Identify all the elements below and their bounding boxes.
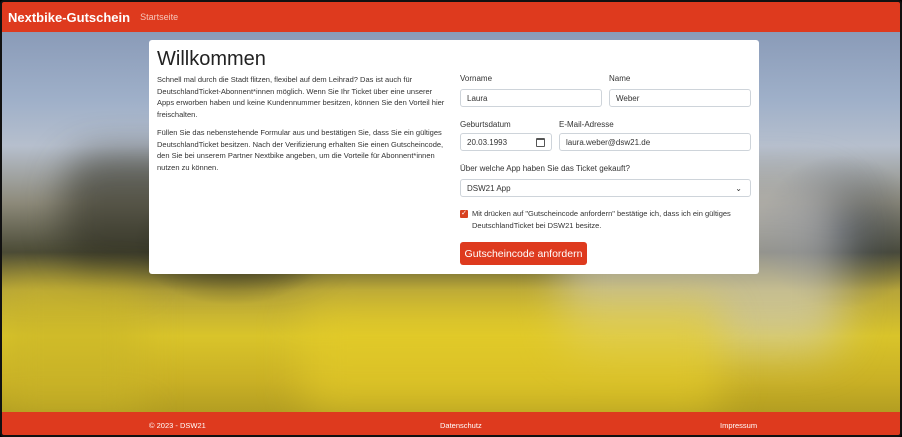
app-select-label: Über welche App haben Sie das Ticket gek… xyxy=(460,164,630,173)
intro-paragraph-1: Schnell mal durch die Stadt flitzen, fle… xyxy=(157,75,445,119)
intro-paragraph-2: Füllen Sie das nebenstehende Formular au… xyxy=(157,128,444,172)
footer-copyright: © 2023 - DSW21 xyxy=(149,421,206,430)
top-navbar: Nextbike-Gutschein Startseite xyxy=(2,2,900,32)
birthdate-value: 20.03.1993 xyxy=(467,137,508,147)
firstname-label: Vorname xyxy=(460,74,493,83)
check-icon: ✓ xyxy=(461,210,467,217)
background-shape xyxy=(302,302,722,412)
firstname-value: Laura xyxy=(467,93,488,103)
page-title: Willkommen xyxy=(157,48,266,70)
birthdate-field[interactable]: 20.03.1993 xyxy=(460,133,552,151)
confirm-checkbox-label: Mit drücken auf "Gutscheincode anfordern… xyxy=(472,209,731,230)
brand-link[interactable]: Nextbike-Gutschein xyxy=(8,10,130,25)
footer-link-impressum[interactable]: Impressum xyxy=(720,421,757,430)
footer: © 2023 - DSW21 Datenschutz Impressum xyxy=(2,412,900,435)
nav-link-startseite[interactable]: Startseite xyxy=(140,12,178,22)
lastname-value: Weber xyxy=(616,93,640,103)
lastname-field[interactable]: Weber xyxy=(609,89,751,107)
firstname-field[interactable]: Laura xyxy=(460,89,602,107)
request-code-button[interactable]: Gutscheincode anfordern xyxy=(460,242,587,265)
email-field[interactable]: laura.weber@dsw21.de xyxy=(559,133,751,151)
email-label: E-Mail-Adresse xyxy=(559,120,614,129)
lastname-label: Name xyxy=(609,74,631,83)
app-select[interactable]: DSW21 App ⌄ xyxy=(460,179,751,197)
calendar-icon[interactable] xyxy=(536,138,545,147)
confirm-checkbox[interactable]: ✓ xyxy=(460,210,468,218)
intro-text: Schnell mal durch die Stadt flitzen, fle… xyxy=(157,74,447,180)
welcome-card: Willkommen Schnell mal durch die Stadt f… xyxy=(149,40,759,274)
background-shape xyxy=(2,282,142,412)
app-select-value: DSW21 App xyxy=(467,183,511,193)
app-window: Nextbike-Gutschein Startseite Willkommen… xyxy=(0,0,902,437)
email-value: laura.weber@dsw21.de xyxy=(566,137,651,147)
chevron-down-icon: ⌄ xyxy=(735,184,742,193)
birthdate-label: Geburtsdatum xyxy=(460,120,511,129)
footer-link-datenschutz[interactable]: Datenschutz xyxy=(440,421,482,430)
